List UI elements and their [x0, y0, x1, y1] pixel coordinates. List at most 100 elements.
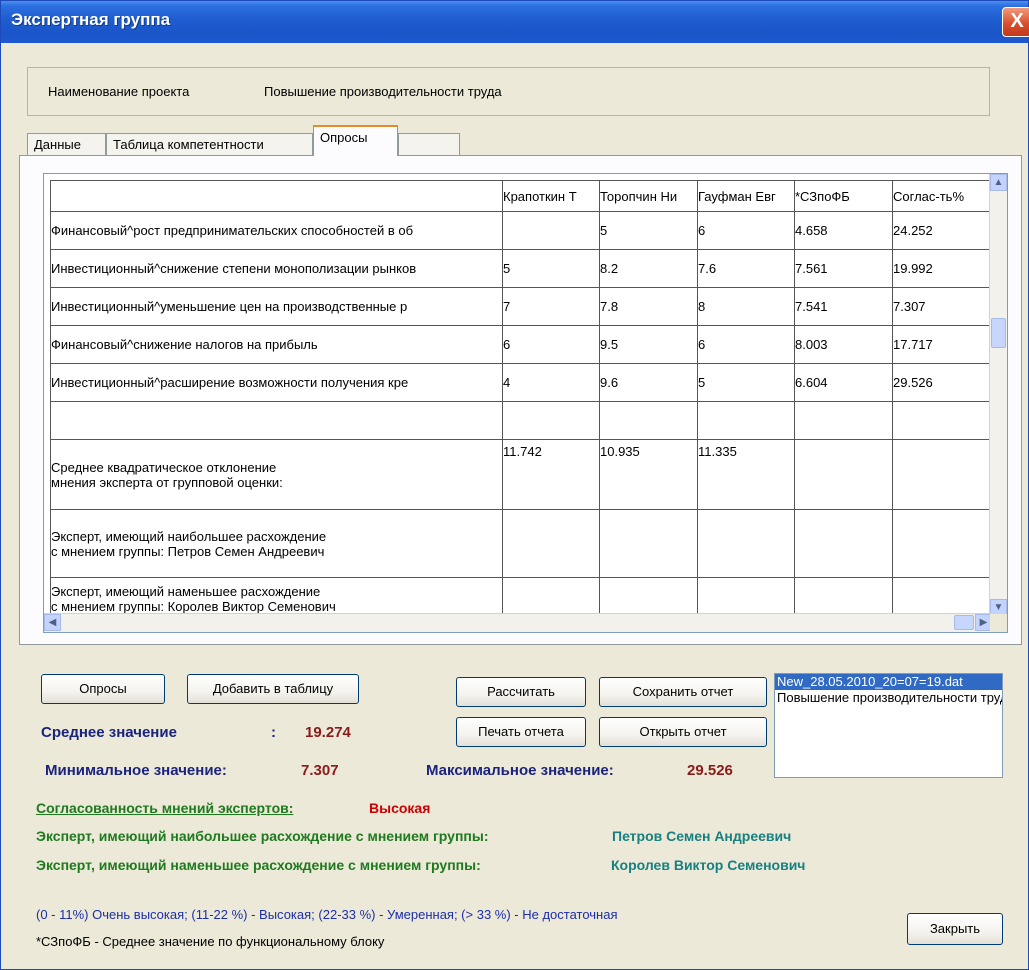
window-title: Экспертная группа — [11, 10, 171, 29]
save-report-button[interactable]: Сохранить отчет — [599, 677, 767, 707]
min-expert-line1: Эксперт, имеющий наменьшее расхождение — [51, 584, 321, 599]
table-cell[interactable]: 9.5 — [599, 325, 698, 364]
abbreviation-note: *СЗпоФБ - Среднее значение по функционал… — [36, 934, 385, 949]
table-cell[interactable]: 19.992 — [892, 249, 991, 288]
table-cell[interactable] — [697, 509, 795, 578]
std-deviation-value[interactable]: 11.742 — [502, 439, 600, 510]
vertical-scrollbar[interactable]: ▲ ▼ — [989, 174, 1007, 616]
list-item[interactable]: New_28.05.2010_20=07=19.dat — [775, 674, 1002, 690]
tab-data-label: Данные — [34, 137, 81, 152]
column-header[interactable]: Крапоткин Т — [502, 180, 600, 212]
triangle-left-icon[interactable]: ◀ — [44, 614, 61, 631]
table-cell[interactable]: 4 — [502, 363, 600, 402]
std-deviation-value[interactable]: 10.935 — [599, 439, 698, 510]
column-header[interactable]: Соглас-ть% — [892, 180, 991, 212]
max-expert-line2: с мнением группы: Петров Семен Андреевич — [51, 543, 325, 559]
column-header[interactable]: Гауфман Евг — [697, 180, 795, 212]
table-cell[interactable]: 7 — [502, 287, 600, 326]
table-cell[interactable]: 5 — [599, 211, 698, 250]
table-cell[interactable]: 8.2 — [599, 249, 698, 288]
table-cell[interactable]: 5 — [502, 249, 600, 288]
table-cell[interactable]: 6 — [697, 325, 795, 364]
window-close-button[interactable]: X — [1002, 7, 1029, 37]
table-cell[interactable]: Инвестиционный^расширение возможности по… — [50, 363, 503, 402]
maximum-value: 29.526 — [687, 762, 733, 779]
project-info-box: Наименование проекта Повышение производи… — [27, 67, 990, 116]
table-cell[interactable] — [794, 509, 893, 578]
triangle-up-icon[interactable]: ▲ — [990, 174, 1007, 191]
table-cell[interactable] — [892, 509, 991, 578]
table-cell[interactable]: Финансовый^рост предпринимательских спос… — [50, 211, 503, 250]
table-cell[interactable]: 6 — [502, 325, 600, 364]
tab-empty[interactable] — [398, 133, 460, 155]
vertical-scroll-thumb[interactable] — [991, 318, 1006, 348]
table-row: Инвестиционный^снижение степени монополи… — [50, 249, 991, 288]
add-to-table-button[interactable]: Добавить в таблицу — [187, 674, 359, 704]
survey-grid[interactable]: Крапоткин Т Торопчин Ни Гауфман Евг *СЗп… — [43, 173, 1008, 633]
table-cell[interactable]: 7.541 — [794, 287, 893, 326]
table-cell[interactable]: 4.658 — [794, 211, 893, 250]
tab-data[interactable]: Данные — [27, 133, 106, 155]
table-cell[interactable] — [502, 211, 600, 250]
std-deviation-label-line1: Среднее квадратическое отклонение — [51, 459, 277, 475]
table-cell[interactable]: 8.003 — [794, 325, 893, 364]
table-cell[interactable] — [697, 401, 795, 440]
minimum-label: Минимальное значение: — [45, 762, 227, 779]
table-cell[interactable] — [502, 509, 600, 578]
close-button[interactable]: Закрыть — [907, 913, 1003, 945]
table-cell[interactable]: 5 — [697, 363, 795, 402]
table-row: Инвестиционный^расширение возможности по… — [50, 363, 991, 402]
table-cell[interactable]: 7.561 — [794, 249, 893, 288]
std-deviation-label-line2: мнения эксперта от групповой оценки: — [51, 474, 283, 490]
column-header[interactable]: Торопчин Ни — [599, 180, 698, 212]
table-cell[interactable] — [892, 439, 991, 510]
table-cell[interactable]: 9.6 — [599, 363, 698, 402]
table-row-std-deviation: Среднее квадратическое отклонение мнения… — [50, 439, 991, 510]
table-cell[interactable]: Финансовый^снижение налогов на прибыль — [50, 325, 503, 364]
max-divergence-label: Эксперт, имеющий наибольшее расхождение … — [36, 828, 489, 844]
column-header[interactable] — [50, 180, 503, 212]
table-cell[interactable]: 7.307 — [892, 287, 991, 326]
std-deviation-label-cell[interactable]: Среднее квадратическое отклонение мнения… — [50, 439, 503, 510]
horizontal-scrollbar[interactable]: ◀ ▶ — [44, 613, 992, 632]
average-value: 19.274 — [305, 724, 351, 741]
std-deviation-value[interactable]: 11.335 — [697, 439, 795, 510]
table-cell[interactable]: 29.526 — [892, 363, 991, 402]
column-header[interactable]: *СЗпоФБ — [794, 180, 893, 212]
table-cell[interactable]: 24.252 — [892, 211, 991, 250]
table-cell[interactable] — [794, 439, 893, 510]
consistency-value: Высокая — [369, 800, 431, 816]
table-cell[interactable] — [892, 401, 991, 440]
table-cell[interactable]: 17.717 — [892, 325, 991, 364]
calculate-button[interactable]: Рассчитать — [456, 677, 586, 707]
table-cell[interactable]: Инвестиционный^снижение степени монополи… — [50, 249, 503, 288]
table-cell[interactable] — [794, 401, 893, 440]
table-cell[interactable]: 8 — [697, 287, 795, 326]
table-cell[interactable] — [50, 401, 503, 440]
list-item[interactable]: Повышение производительности труда — [775, 690, 1002, 706]
open-report-button[interactable]: Открыть отчет — [599, 717, 767, 747]
title-bar[interactable]: Экспертная группа X — [1, 1, 1029, 43]
polls-button[interactable]: Опросы — [41, 674, 165, 704]
project-name-value: Повышение производительности труда — [264, 84, 502, 99]
tab-competence-table[interactable]: Таблица компетентности — [106, 133, 313, 155]
average-label: Среднее значение — [41, 724, 177, 741]
report-files-listbox[interactable]: New_28.05.2010_20=07=19.dat Повышение пр… — [774, 673, 1003, 778]
tab-polls[interactable]: Опросы — [313, 125, 398, 156]
table-cell[interactable]: 6.604 — [794, 363, 893, 402]
horizontal-scroll-thumb[interactable] — [954, 615, 974, 630]
table-cell[interactable] — [502, 401, 600, 440]
tab-polls-label: Опросы — [320, 130, 368, 145]
table-cell[interactable] — [599, 401, 698, 440]
minimum-value: 7.307 — [301, 762, 339, 779]
table-cell[interactable]: 7.6 — [697, 249, 795, 288]
tab-competence-table-label: Таблица компетентности — [113, 137, 264, 152]
table-cell[interactable]: 6 — [697, 211, 795, 250]
table-cell[interactable]: 7.8 — [599, 287, 698, 326]
max-expert-cell[interactable]: Эксперт, имеющий наибольшее расхождение … — [50, 509, 503, 578]
table-cell[interactable] — [599, 509, 698, 578]
min-divergence-value: Королев Виктор Семенович — [611, 857, 806, 873]
table-row: Финансовый^рост предпринимательских спос… — [50, 211, 991, 250]
print-report-button[interactable]: Печать отчета — [456, 717, 586, 747]
table-cell[interactable]: Инвестиционный^уменьшение цен на произво… — [50, 287, 503, 326]
